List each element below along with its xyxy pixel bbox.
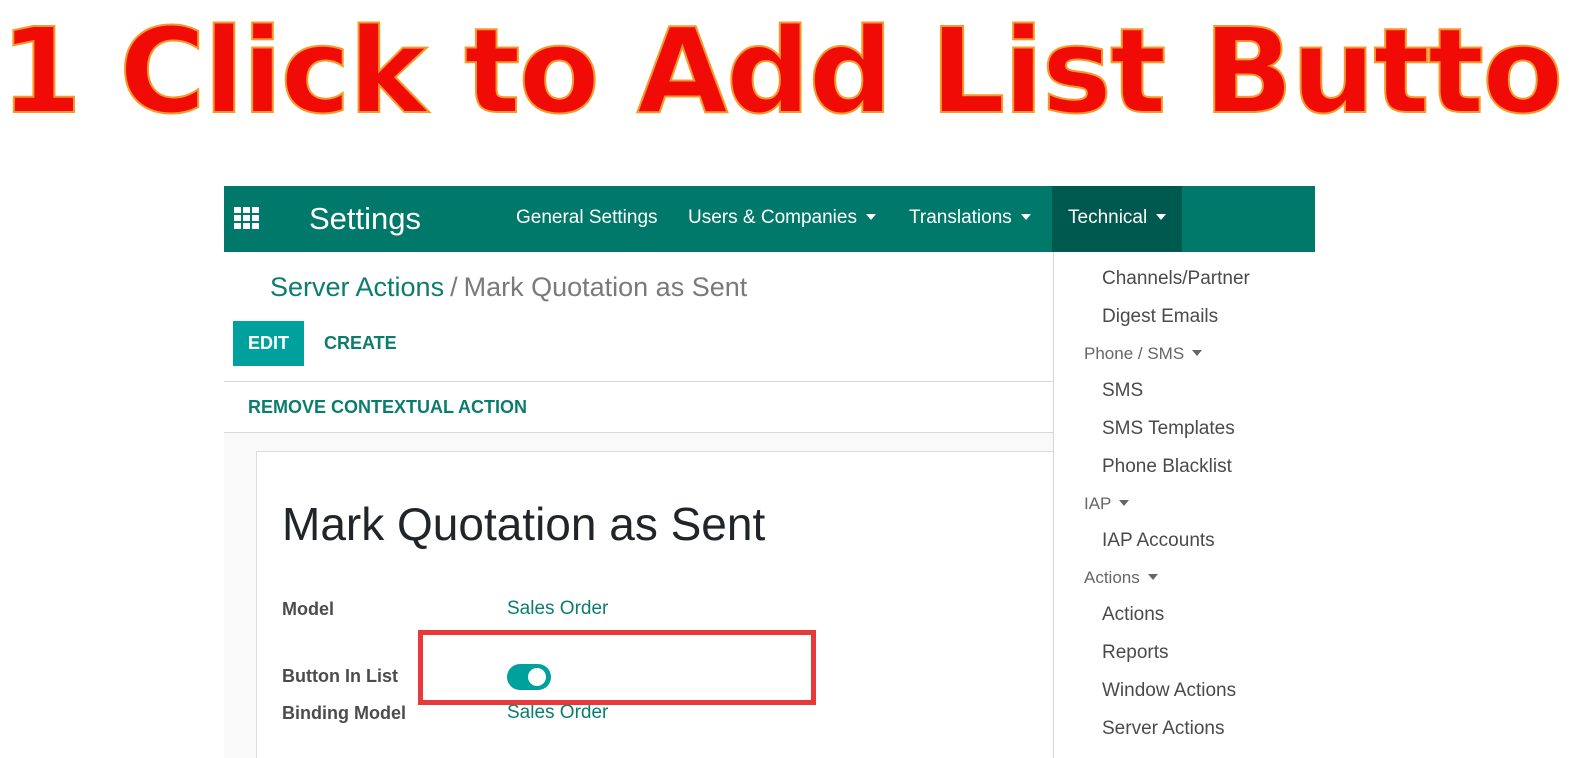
menu-header-iap[interactable]: IAP <box>1084 494 1130 514</box>
binding-model-label: Binding Model <box>282 703 406 723</box>
promo-banner-title: 1 Click to Add List Button <box>0 2 1570 140</box>
menu-header-phone-sms[interactable]: Phone / SMS <box>1084 344 1203 364</box>
menu-item-reports[interactable]: Reports <box>1102 642 1169 664</box>
top-navbar: Settings General Settings Users & Compan… <box>224 186 1315 252</box>
menu-item-digest-emails[interactable]: Digest Emails <box>1102 306 1218 328</box>
edit-button[interactable]: EDIT <box>233 321 304 366</box>
menu-item-channels-partner[interactable]: Channels/Partner <box>1102 268 1250 290</box>
breadcrumb-separator: / <box>450 272 458 302</box>
caret-down-icon <box>1147 574 1158 580</box>
menu-item-sms-templates[interactable]: SMS Templates <box>1102 418 1235 440</box>
app-title[interactable]: Settings <box>309 199 421 239</box>
create-button[interactable]: CREATE <box>324 321 397 366</box>
form-sheet: Mark Quotation as Sent Model Sales Order… <box>256 451 1078 758</box>
nav-label: Translations <box>909 207 1012 228</box>
caret-down-icon <box>1020 214 1031 220</box>
button-in-list-label: Button In List <box>282 666 398 686</box>
nav-label: Technical <box>1068 207 1148 228</box>
menu-item-phone-blacklist[interactable]: Phone Blacklist <box>1102 456 1232 478</box>
divider <box>224 381 1054 382</box>
caret-down-icon <box>1192 350 1203 356</box>
record-title: Mark Quotation as Sent <box>282 498 766 550</box>
breadcrumb: Server Actions / Mark Quotation as Sent <box>270 270 747 304</box>
menu-item-iap-accounts[interactable]: IAP Accounts <box>1102 530 1215 552</box>
nav-translations[interactable]: Translations <box>909 186 1031 252</box>
menu-header-label: Actions <box>1084 568 1140 587</box>
apps-menu-icon[interactable] <box>234 207 260 229</box>
nav-label: Users & Companies <box>688 207 857 228</box>
model-value-link[interactable]: Sales Order <box>507 598 608 620</box>
breadcrumb-current: Mark Quotation as Sent <box>463 272 748 302</box>
highlight-annotation-box <box>418 630 816 705</box>
nav-technical[interactable]: Technical <box>1052 186 1183 252</box>
menu-header-actions[interactable]: Actions <box>1084 568 1158 588</box>
technical-dropdown-menu: Channels/Partner Digest Emails Phone / S… <box>1053 252 1316 758</box>
caret-down-icon <box>1156 214 1167 220</box>
model-label: Model <box>282 599 334 619</box>
menu-header-label: Phone / SMS <box>1084 344 1185 363</box>
caret-down-icon <box>865 214 876 220</box>
menu-item-window-actions[interactable]: Window Actions <box>1102 680 1236 702</box>
menu-header-label: IAP <box>1084 494 1112 513</box>
breadcrumb-server-actions[interactable]: Server Actions <box>270 272 444 302</box>
menu-item-actions[interactable]: Actions <box>1102 604 1164 626</box>
nav-general-settings[interactable]: General Settings <box>516 186 658 252</box>
binding-model-value-link[interactable]: Sales Order <box>507 702 608 724</box>
nav-label: General Settings <box>516 207 658 228</box>
remove-contextual-action-button[interactable]: REMOVE CONTEXTUAL ACTION <box>248 392 527 422</box>
caret-down-icon <box>1119 500 1130 506</box>
menu-item-server-actions[interactable]: Server Actions <box>1102 718 1225 740</box>
nav-users-companies[interactable]: Users & Companies <box>688 186 876 252</box>
menu-item-sms[interactable]: SMS <box>1102 380 1143 402</box>
